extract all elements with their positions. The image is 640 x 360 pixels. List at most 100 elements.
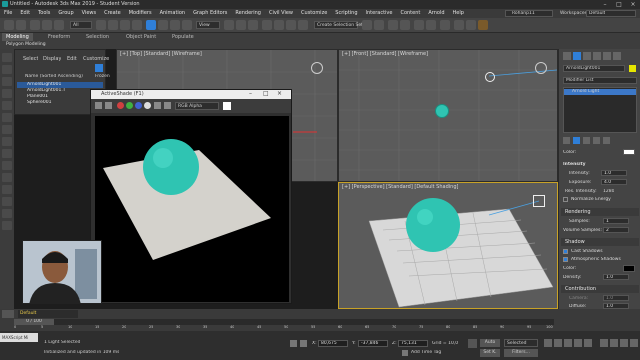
close-icon[interactable]: × (626, 0, 640, 9)
strip-button[interactable] (2, 101, 12, 110)
green-channel-icon[interactable] (126, 102, 133, 109)
window-crossing-icon[interactable] (132, 20, 142, 30)
selection-filter-dropdown[interactable]: All (70, 21, 92, 29)
strip-button[interactable] (2, 137, 12, 146)
explorer-menu-select[interactable]: Select (23, 56, 38, 62)
tab-selection[interactable]: Selection (82, 33, 113, 41)
utilities-tab-icon[interactable] (613, 52, 621, 60)
viewport-front-label[interactable]: [+] [Front] [Standard] [Wireframe] (342, 51, 428, 57)
viewport-front[interactable]: [+] [Front] [Standard] [Wireframe] (338, 49, 558, 182)
pan-icon[interactable] (610, 339, 618, 347)
maxscript-listener[interactable]: MAXScript Mi (0, 333, 38, 342)
zoom-icon[interactable] (600, 339, 608, 347)
render-setup-icon[interactable] (454, 20, 464, 30)
shadow-rollout[interactable]: Shadow (561, 238, 639, 246)
strip-button[interactable] (2, 161, 12, 170)
key-filter-dropdown[interactable]: Selected (504, 339, 538, 347)
menu-tools[interactable]: Tools (34, 9, 54, 18)
select-and-scale-icon[interactable] (170, 20, 180, 30)
tab-modeling[interactable]: Modeling (2, 33, 33, 41)
menu-create[interactable]: Create (100, 9, 125, 18)
background-swatch[interactable] (223, 102, 231, 110)
menu-modifiers[interactable]: Modifiers (125, 9, 156, 18)
strip-button[interactable] (2, 197, 12, 206)
arnold-light-gizmo-icon[interactable] (485, 72, 495, 82)
menu-content[interactable]: Content (396, 9, 424, 18)
menu-arnold[interactable]: Arnold (424, 9, 448, 18)
minimize-icon[interactable]: – (249, 90, 252, 97)
strip-button[interactable] (2, 221, 12, 230)
reference-coordinate-dropdown[interactable]: View (196, 21, 220, 29)
arnold-light-gizmo-icon[interactable] (533, 195, 545, 207)
maximize-icon[interactable]: □ (612, 0, 626, 9)
save-image-icon[interactable] (95, 102, 102, 109)
menu-group[interactable]: Group (54, 9, 77, 18)
spinner-snap-icon[interactable] (298, 20, 308, 30)
viewport-perspective-label[interactable]: [+] [Perspective] [Standard] [Default Sh… (342, 184, 458, 190)
explorer-menu-display[interactable]: Display (43, 56, 61, 62)
blue-channel-icon[interactable] (135, 102, 142, 109)
make-unique-icon[interactable] (583, 137, 590, 144)
normalize-energy-checkbox[interactable] (563, 197, 568, 202)
pin-stack-icon[interactable] (563, 137, 570, 144)
keyboard-shortcut-icon[interactable] (248, 20, 258, 30)
isolate-selection-icon[interactable] (290, 340, 297, 347)
exposure-input[interactable]: 4.0 (601, 179, 627, 185)
scene-explorer-icon[interactable] (400, 20, 410, 30)
rendered-frame-window-icon[interactable] (466, 20, 476, 30)
configure-sets-icon[interactable] (603, 137, 610, 144)
motion-tab-icon[interactable] (593, 52, 601, 60)
render-production-icon[interactable] (478, 20, 488, 30)
set-key-icon[interactable] (468, 339, 477, 348)
select-and-rotate-icon[interactable] (158, 20, 168, 30)
minimize-icon[interactable]: – (598, 0, 612, 9)
strip-button[interactable] (2, 185, 12, 194)
strip-button[interactable] (2, 209, 12, 218)
shadow-color-swatch[interactable] (623, 265, 635, 272)
workspace-dropdown[interactable]: Default (586, 10, 636, 17)
viewport-perspective[interactable]: [+] [Perspective] [Standard] [Default Sh… (338, 182, 558, 309)
object-color-swatch[interactable] (629, 65, 636, 72)
go-to-start-icon[interactable] (544, 339, 552, 347)
menu-graph-editors[interactable]: Graph Editors (189, 9, 231, 18)
clear-icon[interactable] (164, 102, 171, 109)
link-icon[interactable] (30, 20, 40, 30)
explorer-filter-icon[interactable] (95, 64, 103, 72)
contribution-rollout[interactable]: Contribution (561, 285, 639, 293)
display-channel-dropdown[interactable]: RGB Alpha (175, 102, 219, 110)
maximize-icon[interactable]: □ (263, 90, 269, 97)
select-and-move-icon[interactable] (146, 20, 156, 30)
strip-button[interactable] (2, 77, 12, 86)
strip-button[interactable] (2, 65, 12, 74)
schematic-view-icon[interactable] (426, 20, 436, 30)
maximize-viewport-icon[interactable] (630, 339, 638, 347)
monochrome-icon[interactable] (154, 102, 161, 109)
undo-icon[interactable] (4, 20, 14, 30)
tab-freeform[interactable]: Freeform (44, 33, 74, 41)
strip-button[interactable] (2, 149, 12, 158)
cast-shadows-checkbox[interactable] (563, 249, 568, 254)
samples-input[interactable]: 1 (603, 218, 629, 224)
layer-icon[interactable] (2, 310, 14, 318)
add-time-tag-button[interactable]: Add Time Tag (411, 350, 441, 355)
atmospheric-shadows-checkbox[interactable] (563, 257, 568, 262)
menu-views[interactable]: Views (78, 9, 100, 18)
curve-editor-icon[interactable] (414, 20, 424, 30)
sphere-object[interactable] (435, 104, 449, 118)
orbit-icon[interactable] (620, 339, 628, 347)
modifier-list-dropdown[interactable]: Modifier List (563, 77, 637, 84)
material-editor-icon[interactable] (440, 20, 450, 30)
explorer-menu-edit[interactable]: Edit (67, 56, 77, 62)
red-channel-icon[interactable] (117, 102, 124, 109)
object-name-field[interactable]: ArnoldLight001 (563, 65, 625, 72)
alpha-channel-icon[interactable] (144, 102, 151, 109)
z-coordinate-input[interactable]: 75,131 (398, 340, 428, 347)
explorer-menu-customize[interactable]: Customize (83, 56, 109, 62)
copy-image-icon[interactable] (105, 102, 112, 109)
next-frame-icon[interactable] (574, 339, 582, 347)
activeshade-titlebar[interactable]: ActiveShade (F1) – □ × (91, 90, 291, 99)
modifier-stack-item[interactable]: Arnold Light (564, 89, 636, 95)
tab-object-paint[interactable]: Object Paint (122, 33, 160, 41)
create-tab-icon[interactable] (563, 52, 571, 60)
menu-file[interactable]: File (0, 9, 16, 18)
